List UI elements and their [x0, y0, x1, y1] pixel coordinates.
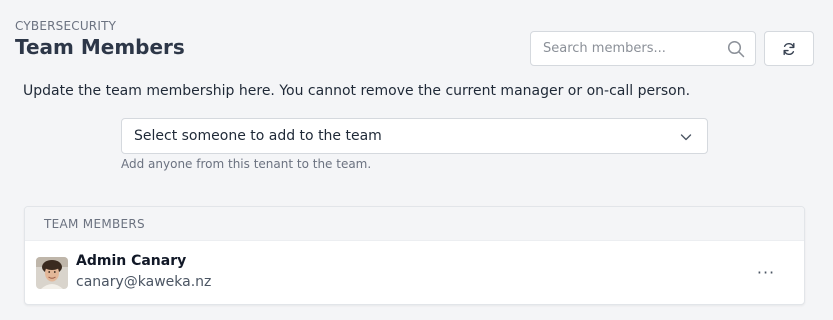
member-email: canary@kaweka.nz	[76, 274, 212, 290]
page-description: Update the team membership here. You can…	[23, 83, 691, 99]
members-card-header: TEAM MEMBERS	[25, 207, 804, 241]
refresh-icon	[783, 42, 795, 55]
search-input[interactable]	[531, 32, 721, 65]
chevron-down-icon	[680, 134, 692, 141]
avatar	[36, 257, 68, 289]
refresh-button[interactable]	[764, 31, 814, 66]
page-title: Team Members	[15, 35, 185, 59]
search-icon[interactable]	[727, 40, 745, 58]
team-members-page: CYBERSECURITY Team Members Update the te…	[0, 0, 833, 320]
search-box	[530, 31, 756, 66]
more-options-icon[interactable]: ···	[756, 263, 776, 283]
add-member-hint: Add anyone from this tenant to the team.	[121, 157, 372, 171]
members-card: TEAM MEMBERS Admin Canary canary@kaweka.…	[24, 206, 805, 305]
member-row: Admin Canary canary@kaweka.nz ···	[25, 241, 804, 304]
add-member-select[interactable]: Select someone to add to the team	[121, 118, 708, 154]
add-member-select-value: Select someone to add to the team	[134, 128, 382, 144]
team-name-eyebrow: CYBERSECURITY	[15, 19, 117, 33]
member-name: Admin Canary	[76, 253, 187, 269]
